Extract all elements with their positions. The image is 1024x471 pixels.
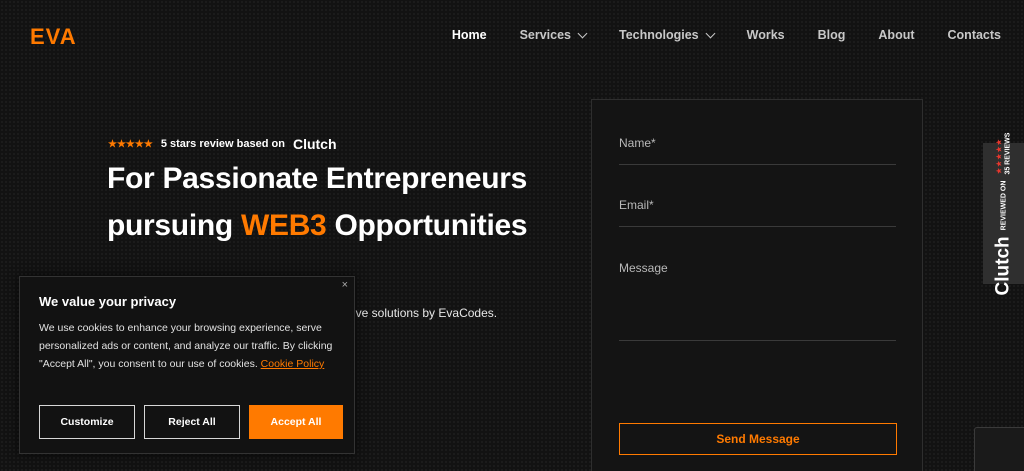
review-summary: ★★★★★ 5 stars review based on Clutch <box>108 136 337 152</box>
email-placeholder: Email* <box>619 198 654 212</box>
nav-about[interactable]: About <box>878 28 914 42</box>
chat-widget-button[interactable] <box>974 427 1024 471</box>
chevron-down-icon <box>705 28 716 38</box>
nav-works-label: Works <box>746 28 785 42</box>
badge-review-count: 35 REVIEWS <box>1004 132 1012 175</box>
clutch-review-badge[interactable]: Clutch REVIEWED ON ★★★★★ 35 REVIEWS <box>983 132 1024 295</box>
email-field[interactable]: Email* <box>619 198 896 227</box>
nav-works[interactable]: Works <box>747 28 785 42</box>
contact-form: Name* Email* Message Send Message <box>591 99 923 471</box>
nav-contacts-label: Contacts <box>947 28 1001 42</box>
nav-technologies-label: Technologies <box>619 28 699 42</box>
badge-star-icon: ★★★★★ <box>994 138 1004 175</box>
reject-all-button[interactable]: Reject All <box>144 405 240 439</box>
nav-home[interactable]: Home <box>452 28 487 42</box>
badge-reviewed-on: REVIEWED ON <box>1000 180 1008 230</box>
send-message-button[interactable]: Send Message <box>619 423 897 455</box>
nav-home-label: Home <box>451 28 487 42</box>
hero-title-accent: WEB3 <box>240 209 327 242</box>
clutch-logo: Clutch <box>292 136 337 152</box>
accept-all-button[interactable]: Accept All <box>249 405 343 439</box>
star-rating-icon: ★★★★★ <box>108 138 153 150</box>
review-text: 5 stars review based on <box>160 138 285 150</box>
nav-technologies[interactable]: Technologies <box>619 28 716 42</box>
nav-services[interactable]: Services <box>519 28 588 42</box>
hero-title-line1: For Passionate Entrepreneurs <box>107 162 528 195</box>
hero-subtitle: ative solutions by EvaCodes. <box>343 306 498 320</box>
hero-title-line2-post: Opportunities <box>326 209 528 242</box>
nav-blog[interactable]: Blog <box>818 28 846 42</box>
name-placeholder: Name* <box>619 136 656 150</box>
cookie-body: We use cookies to enhance your browsing … <box>39 319 339 373</box>
message-placeholder: Message <box>619 261 668 275</box>
message-field[interactable]: Message <box>619 261 896 341</box>
cookie-consent-dialog: × We value your privacy We use cookies t… <box>19 276 355 454</box>
nav-blog-label: Blog <box>817 28 846 42</box>
customize-button[interactable]: Customize <box>39 405 135 439</box>
hero-title: For Passionate Entrepreneurs pursuing WE… <box>107 155 528 249</box>
chevron-down-icon <box>577 28 588 38</box>
badge-clutch-logo: Clutch <box>992 235 1014 295</box>
eva-logo[interactable]: EVA <box>30 24 77 50</box>
hero-title-line2-pre: pursuing <box>107 209 241 242</box>
nav-contacts[interactable]: Contacts <box>948 28 1001 42</box>
cookie-title: We value your privacy <box>39 294 177 309</box>
name-field[interactable]: Name* <box>619 136 896 165</box>
cookie-policy-link[interactable]: Cookie Policy <box>261 358 325 370</box>
main-nav: Home Services Technologies Works Blog Ab… <box>419 28 1001 42</box>
nav-services-label: Services <box>519 28 571 42</box>
nav-about-label: About <box>878 28 915 42</box>
close-icon[interactable]: × <box>342 279 348 291</box>
cookie-buttons: Customize Reject All Accept All <box>39 405 343 439</box>
